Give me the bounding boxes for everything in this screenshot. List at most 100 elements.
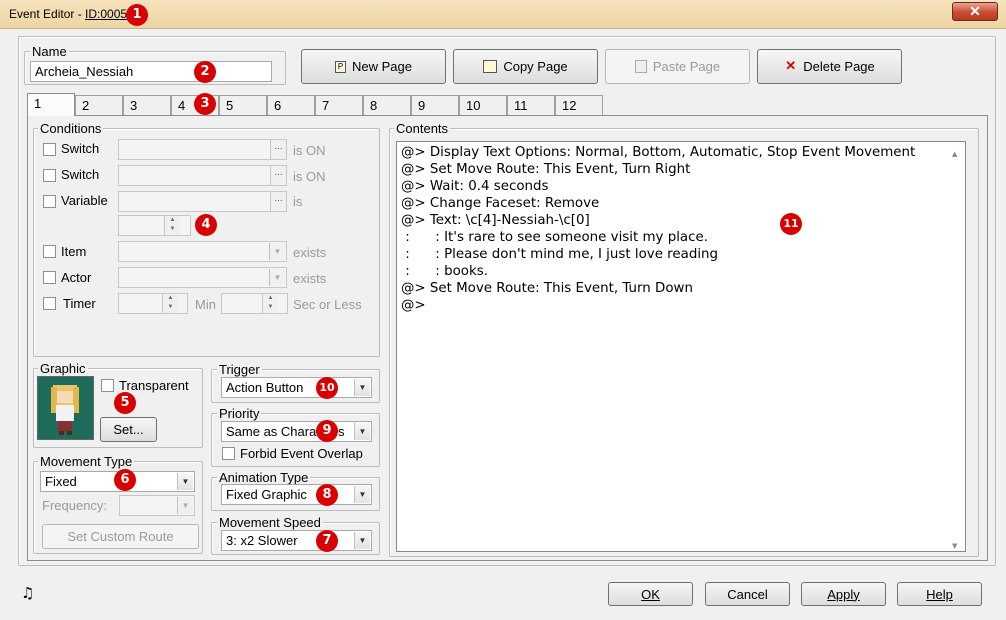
tab-page-2[interactable]: 2 bbox=[75, 95, 123, 115]
variable-browse-button[interactable]: ... bbox=[270, 192, 286, 211]
priority-dropdown-arrow: ▼ bbox=[354, 423, 370, 440]
paste-page-button[interactable]: Paste Page bbox=[605, 49, 750, 84]
annotation-badge-1: 1 bbox=[126, 4, 148, 26]
new-page-button[interactable]: P New Page bbox=[301, 49, 446, 84]
window-title: Event Editor - ID:0005 bbox=[9, 7, 127, 21]
tab-page-3[interactable]: 3 bbox=[123, 95, 171, 115]
actor-dropdown-arrow: ▼ bbox=[269, 269, 285, 286]
command-line[interactable]: @> bbox=[401, 297, 949, 314]
actor-checkbox[interactable] bbox=[43, 271, 56, 284]
transparent-checkbox[interactable] bbox=[101, 379, 114, 392]
frequency-dropdown-arrow: ▼ bbox=[177, 497, 193, 514]
command-line[interactable]: : : Please don't mind me, I just love re… bbox=[401, 246, 949, 263]
variable-field[interactable] bbox=[118, 191, 287, 212]
forbid-overlap-checkbox[interactable] bbox=[222, 447, 235, 460]
variable-is: is bbox=[293, 194, 303, 209]
tab-page-10[interactable]: 10 bbox=[459, 95, 507, 115]
animation-type-select[interactable]: Fixed Graphic ▼ bbox=[221, 484, 372, 505]
title-bar bbox=[0, 0, 1006, 29]
command-line[interactable]: @> Text: \c[4]-Nessiah-\c[0] bbox=[401, 212, 949, 229]
scroll-up-arrow-icon[interactable]: ▲ bbox=[952, 146, 957, 163]
annotation-badge-5: 5 bbox=[114, 392, 136, 414]
item-dropdown-arrow: ▼ bbox=[269, 243, 285, 260]
paste-page-icon bbox=[634, 60, 647, 73]
annotation-badge-8: 8 bbox=[316, 484, 338, 506]
timer-sec-spinner[interactable]: ▲ ▼ bbox=[262, 294, 278, 313]
delete-page-label: Delete Page bbox=[803, 59, 875, 74]
ok-label: OK bbox=[641, 586, 660, 602]
delete-page-button[interactable]: ✕ Delete Page bbox=[757, 49, 902, 84]
item-select[interactable]: ▼ bbox=[118, 241, 287, 262]
graphic-label: Graphic bbox=[38, 361, 88, 376]
tab-page-8[interactable]: 8 bbox=[363, 95, 411, 115]
event-name-field[interactable]: Archeia_Nessiah bbox=[30, 61, 272, 82]
command-lines: @> Display Text Options: Normal, Bottom,… bbox=[401, 144, 949, 314]
frequency-label: Frequency: bbox=[42, 498, 108, 513]
close-button[interactable]: ✕ bbox=[952, 2, 998, 21]
set-graphic-button[interactable]: Set... bbox=[100, 417, 157, 442]
annotation-badge-10: 10 bbox=[316, 377, 338, 399]
cancel-button[interactable]: Cancel bbox=[705, 582, 790, 606]
copy-page-button[interactable]: Copy Page bbox=[453, 49, 598, 84]
tab-page-11[interactable]: 11 bbox=[507, 95, 555, 115]
tab-page-1[interactable]: 1 bbox=[27, 93, 75, 116]
event-id: ID:0005 bbox=[85, 7, 128, 21]
annotation-badge-4: 4 bbox=[195, 214, 217, 236]
frequency-select[interactable]: ▼ bbox=[119, 495, 195, 516]
command-line[interactable]: : : It's rare to see someone visit my pl… bbox=[401, 229, 949, 246]
paste-page-label: Paste Page bbox=[652, 59, 721, 74]
command-line[interactable]: @> Set Move Route: This Event, Turn Righ… bbox=[401, 161, 949, 178]
ok-button[interactable]: OK bbox=[608, 582, 693, 606]
movement-speed-value: 3: x2 Slower bbox=[226, 533, 298, 548]
movement-type-value: Fixed bbox=[45, 474, 77, 489]
tab-page-12[interactable]: 12 bbox=[555, 95, 603, 115]
switch1-field[interactable] bbox=[118, 139, 287, 160]
switch2-is-on: is ON bbox=[293, 169, 326, 184]
variable-value-spinner[interactable]: ▲ ▼ bbox=[164, 216, 180, 235]
forbid-overlap-label: Forbid Event Overlap bbox=[240, 446, 363, 461]
delete-page-icon: ✕ bbox=[785, 58, 797, 73]
actor-label: Actor bbox=[61, 270, 92, 285]
event-commands-list[interactable]: @> Display Text Options: Normal, Bottom,… bbox=[396, 141, 966, 552]
scroll-down-arrow-icon[interactable]: ▼ bbox=[952, 538, 957, 555]
variable-label: Variable bbox=[61, 193, 108, 208]
switch2-checkbox[interactable] bbox=[43, 169, 56, 182]
switch2-field[interactable] bbox=[118, 165, 287, 186]
help-button[interactable]: Help bbox=[897, 582, 982, 606]
item-checkbox[interactable] bbox=[43, 245, 56, 258]
actor-select[interactable]: ▼ bbox=[118, 267, 287, 288]
command-line[interactable]: @> Change Faceset: Remove bbox=[401, 195, 949, 212]
trigger-value: Action Button bbox=[226, 380, 304, 395]
tab-page-5[interactable]: 5 bbox=[219, 95, 267, 115]
timer-label: Timer bbox=[63, 296, 96, 311]
switch2-browse-button[interactable]: ... bbox=[270, 166, 286, 185]
actor-exists: exists bbox=[293, 271, 327, 286]
set-custom-route-button[interactable]: Set Custom Route bbox=[42, 524, 199, 549]
conditions-label: Conditions bbox=[38, 121, 104, 136]
character-sprite[interactable] bbox=[37, 376, 94, 440]
contents-scrollbar[interactable]: ▲ ▼ bbox=[948, 142, 965, 551]
annotation-badge-3: 3 bbox=[194, 93, 216, 115]
timer-min-spinner[interactable]: ▲ ▼ bbox=[162, 294, 178, 313]
variable-checkbox[interactable] bbox=[43, 195, 56, 208]
item-exists: exists bbox=[293, 245, 327, 260]
movement-speed-select[interactable]: 3: x2 Slower ▼ bbox=[221, 530, 372, 551]
music-note-icon[interactable]: ♫ bbox=[21, 584, 34, 602]
apply-button[interactable]: Apply bbox=[801, 582, 886, 606]
priority-select[interactable]: Same as Characters ▼ bbox=[221, 421, 372, 442]
tab-page-7[interactable]: 7 bbox=[315, 95, 363, 115]
timer-checkbox[interactable] bbox=[43, 297, 56, 310]
command-line[interactable]: @> Set Move Route: This Event, Turn Down bbox=[401, 280, 949, 297]
command-line[interactable]: @> Display Text Options: Normal, Bottom,… bbox=[401, 144, 949, 161]
command-line[interactable]: : : books. bbox=[401, 263, 949, 280]
trigger-select[interactable]: Action Button ▼ bbox=[221, 377, 372, 398]
set-graphic-label: Set... bbox=[113, 422, 144, 437]
tab-page-9[interactable]: 9 bbox=[411, 95, 459, 115]
switch1-checkbox[interactable] bbox=[43, 143, 56, 156]
variable-value-field[interactable] bbox=[118, 215, 191, 236]
switch1-browse-button[interactable]: ... bbox=[270, 140, 286, 159]
tab-page-6[interactable]: 6 bbox=[267, 95, 315, 115]
command-line[interactable]: @> Wait: 0.4 seconds bbox=[401, 178, 949, 195]
trigger-dropdown-arrow: ▼ bbox=[354, 379, 370, 396]
annotation-badge-2: 2 bbox=[194, 61, 216, 83]
